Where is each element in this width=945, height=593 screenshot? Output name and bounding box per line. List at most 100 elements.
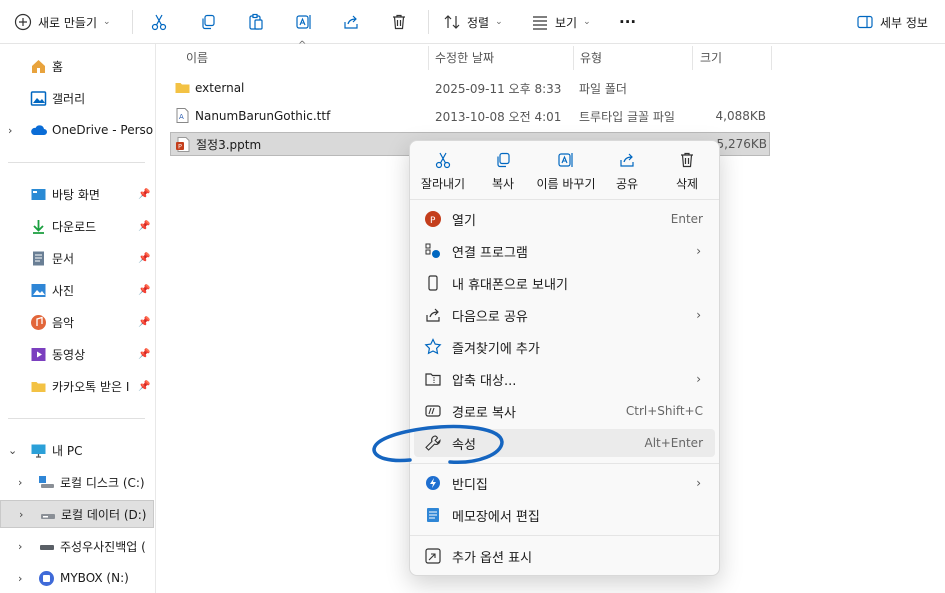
chevron-down-icon: ⌄ bbox=[103, 17, 111, 27]
file-modified: 2013-10-08 오전 4:01 bbox=[435, 109, 562, 124]
menu-item-show-more[interactable]: 추가 옵션 표시 bbox=[414, 542, 715, 570]
column-divider[interactable] bbox=[692, 46, 693, 70]
menu-item-shortcut: Enter bbox=[670, 212, 703, 226]
chevron-down-icon: ⌄ bbox=[8, 443, 18, 457]
menu-item-compress[interactable]: 압축 대상... › bbox=[414, 365, 715, 393]
column-header-size[interactable]: 크기 bbox=[700, 44, 722, 70]
column-label: 크기 bbox=[700, 50, 723, 65]
sidebar-item-music[interactable]: 음악 📌 bbox=[0, 308, 155, 336]
sidebar-item-disk-c[interactable]: › 로컬 디스크 (C:) bbox=[0, 468, 155, 496]
delete-label: 삭제 bbox=[675, 177, 699, 191]
powerpoint-icon: P bbox=[424, 210, 442, 228]
share-button[interactable] bbox=[342, 7, 360, 37]
chevron-down-icon: ⌄ bbox=[495, 17, 503, 27]
sidebar-item-downloads[interactable]: 다운로드 📌 bbox=[0, 212, 155, 240]
open-with-icon bbox=[424, 242, 442, 260]
folder-icon bbox=[30, 378, 47, 395]
menu-delete-button[interactable]: 삭제 bbox=[655, 151, 719, 199]
sidebar-item-home[interactable]: 홈 bbox=[0, 52, 155, 80]
menu-item-label: 메모장에서 편집 bbox=[452, 509, 540, 525]
rename-button[interactable] bbox=[295, 7, 313, 37]
menu-item-edit-notepad[interactable]: 메모장에서 편집 bbox=[414, 501, 715, 529]
sidebar-item-pictures[interactable]: 사진 📌 bbox=[0, 276, 155, 304]
mybox-icon bbox=[38, 570, 55, 587]
drive-icon bbox=[38, 474, 55, 491]
chevron-right-icon: › bbox=[18, 571, 23, 585]
file-row[interactable]: A NanumBarunGothic.ttf 2013-10-08 오전 4:0… bbox=[170, 104, 768, 128]
pin-icon: 📌 bbox=[138, 380, 151, 392]
share-label: 공유 bbox=[615, 177, 639, 191]
delete-button[interactable] bbox=[390, 7, 408, 37]
copy-button[interactable] bbox=[199, 7, 217, 37]
pin-icon: 📌 bbox=[138, 348, 151, 360]
menu-item-add-favorites[interactable]: 즐겨찾기에 추가 bbox=[414, 333, 715, 361]
share-icon bbox=[620, 153, 634, 167]
more-button[interactable]: ··· bbox=[619, 7, 636, 37]
gallery-icon bbox=[30, 90, 47, 107]
menu-cut-button[interactable]: 잘라내기 bbox=[411, 151, 475, 199]
sidebar-item-label: OneDrive - Persona bbox=[52, 123, 154, 137]
video-icon bbox=[30, 346, 47, 363]
sidebar-item-onedrive[interactable]: › OneDrive - Persona bbox=[0, 116, 155, 144]
pin-icon: 📌 bbox=[138, 284, 151, 296]
file-type: 파일 폴더 bbox=[579, 81, 627, 96]
view-label: 보기 bbox=[555, 15, 578, 30]
divider bbox=[428, 10, 429, 34]
menu-item-copy-path[interactable]: 경로로 복사 Ctrl+Shift+C bbox=[414, 397, 715, 425]
menu-item-send-to-phone[interactable]: 내 휴대폰으로 보내기 bbox=[414, 269, 715, 297]
menu-copy-button[interactable]: 복사 bbox=[471, 151, 535, 199]
file-name: external bbox=[195, 81, 245, 95]
menu-rename-button[interactable]: 이름 바꾸기 bbox=[532, 151, 600, 199]
menu-item-label: 연결 프로그램 bbox=[452, 245, 528, 261]
sidebar-item-videos[interactable]: 동영상 📌 bbox=[0, 340, 155, 368]
sidebar-item-mybox[interactable]: › MYBOX (N:) bbox=[0, 564, 155, 592]
new-button[interactable]: 새로 만들기 ⌄ bbox=[14, 7, 111, 37]
menu-item-bandizip[interactable]: 반디집 › bbox=[414, 469, 715, 497]
sidebar-item-label: 음악 bbox=[52, 315, 75, 330]
column-divider[interactable] bbox=[428, 46, 429, 70]
paste-button[interactable] bbox=[247, 7, 265, 37]
column-header-type[interactable]: 유형 bbox=[580, 44, 602, 70]
sidebar-item-kakao[interactable]: 카카오톡 받은 I 📌 bbox=[0, 372, 155, 400]
file-name: NanumBarunGothic.ttf bbox=[195, 109, 331, 123]
svg-text:P: P bbox=[430, 216, 436, 226]
sidebar-item-documents[interactable]: 문서 📌 bbox=[0, 244, 155, 272]
menu-share-button[interactable]: 공유 bbox=[595, 151, 659, 199]
column-label: 유형 bbox=[580, 50, 603, 65]
pin-icon: 📌 bbox=[138, 188, 151, 200]
chevron-right-icon: › bbox=[19, 507, 24, 521]
divider bbox=[8, 162, 145, 163]
menu-item-open[interactable]: P 열기 Enter bbox=[414, 205, 715, 233]
sidebar-item-backup[interactable]: › 주성우사진백업 ( bbox=[0, 532, 155, 560]
sidebar-item-desktop[interactable]: 바탕 화면 📌 bbox=[0, 180, 155, 208]
menu-item-share-with[interactable]: 다음으로 공유 › bbox=[414, 301, 715, 329]
column-header-modified[interactable]: 수정한 날짜 bbox=[435, 44, 494, 70]
sidebar-item-label: 사진 bbox=[52, 283, 75, 298]
details-button[interactable]: 세부 정보 bbox=[856, 7, 928, 37]
menu-item-shortcut: Ctrl+Shift+C bbox=[625, 404, 703, 418]
copy-path-icon bbox=[424, 402, 442, 420]
file-type: 트루타입 글꼴 파일 bbox=[579, 109, 675, 124]
navigation-pane: 홈 갤러리 › OneDrive - Persona 바탕 화면 📌 다운로드 … bbox=[0, 44, 156, 593]
svg-text:A: A bbox=[179, 113, 184, 121]
column-divider[interactable] bbox=[573, 46, 574, 70]
plus-circle-icon bbox=[14, 13, 32, 31]
chevron-right-icon: › bbox=[696, 244, 701, 258]
sidebar-item-label: 로컬 디스크 (C:) bbox=[60, 475, 145, 490]
view-button[interactable]: 보기 ⌄ bbox=[531, 7, 591, 37]
sort-button[interactable]: 정렬 ⌄ bbox=[443, 7, 503, 37]
column-header-name[interactable]: 이름 bbox=[186, 44, 208, 70]
menu-item-open-with[interactable]: 연결 프로그램 › bbox=[414, 237, 715, 265]
sidebar-item-thispc[interactable]: ⌄ 내 PC bbox=[0, 436, 155, 464]
sort-label: 정렬 bbox=[467, 15, 490, 30]
trash-icon bbox=[393, 14, 405, 30]
copy-label: 복사 bbox=[491, 177, 515, 191]
cut-button[interactable] bbox=[150, 7, 168, 37]
pin-icon: 📌 bbox=[138, 220, 151, 232]
menu-item-label: 즐겨찾기에 추가 bbox=[452, 341, 540, 357]
file-row[interactable]: external 2025-09-11 오후 8:33 파일 폴더 bbox=[170, 76, 770, 100]
sidebar-item-gallery[interactable]: 갤러리 bbox=[0, 84, 155, 112]
column-divider[interactable] bbox=[771, 46, 772, 70]
sidebar-item-disk-d[interactable]: › 로컬 데이터 (D:) bbox=[0, 500, 154, 528]
trash-icon bbox=[681, 152, 693, 168]
